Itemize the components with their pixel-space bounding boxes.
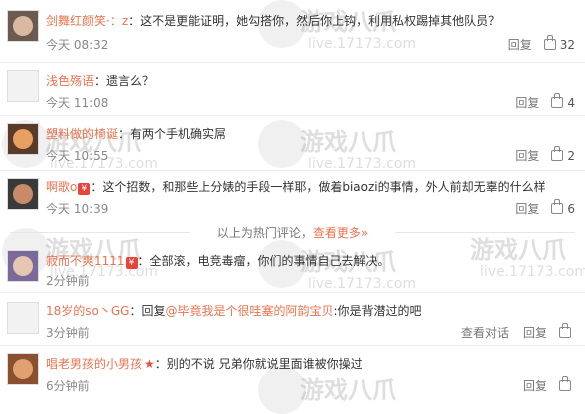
avatar[interactable] [7, 250, 39, 282]
username-link[interactable]: 寂而不爽1111 [46, 254, 125, 268]
reply-button[interactable]: 回复 [515, 202, 539, 216]
see-more-link[interactable]: 查看更多» [313, 226, 368, 240]
comment-time: 2分钟前 [46, 274, 90, 288]
comment-item: 浅色殇语：遗言么？ 今天 11:08 回复 4 [0, 62, 585, 112]
comment-time: 今天 11:08 [46, 96, 109, 110]
username-link[interactable]: 啊歌o [46, 180, 77, 194]
comment-text: ：这个招数，和那些上分婊的手段一样耶，做着biaozi的事情，外人前却无辜的什么… [90, 180, 546, 194]
hot-comments-divider: 以上为热门评论，查看更多» [0, 224, 585, 241]
like-count: 6 [567, 202, 575, 216]
comment-text: ：有两个手机确实屌 [118, 127, 227, 141]
comment-text: ：别的不说 兄弟你就说里面谁被你操过 [154, 357, 363, 371]
comment-time: 今天 10:55 [46, 149, 109, 163]
avatar[interactable] [7, 10, 39, 42]
like-count: 32 [559, 38, 575, 52]
comment-text: ：全部滚，电竞毒瘤，你们的事情自己去解决。 [137, 254, 390, 268]
comment-text: ：遗言么？ [94, 74, 155, 88]
vip-badge-icon: ¥ [125, 257, 138, 269]
username-link[interactable]: 浅色殇语 [46, 74, 94, 88]
comment-time: 6分钟前 [46, 379, 90, 393]
avatar[interactable] [7, 302, 39, 334]
comment-item: 寂而不爽1111 ¥ ：全部滚，电竞毒瘤，你们的事情自己去解决。 2分钟前 [0, 242, 585, 292]
comment-time: 今天 10:39 [46, 202, 109, 216]
comment-item: 塑料做的椅诞：有两个手机确实屌 今天 10:55 回复 2 [0, 115, 585, 170]
reply-button[interactable]: 回复 [515, 96, 539, 110]
like-icon[interactable] [543, 35, 556, 50]
comment-time: 3分钟前 [46, 326, 90, 340]
like-count: 4 [567, 96, 575, 110]
like-icon[interactable] [559, 323, 571, 338]
comment-time: 今天 08:32 [46, 38, 109, 52]
vip-badge-icon: ¥ [78, 183, 91, 195]
star-badge-icon: ★ [144, 357, 155, 371]
like-icon[interactable] [551, 146, 564, 161]
reply-button[interactable]: 回复 [523, 379, 547, 393]
comment-item: 18岁的so丶GG：回复@毕竟我是个很哇塞的阿韵宝贝:你是背潜过的吧 3分钟前 … [0, 292, 585, 344]
comment-text: ：这不是更能证明，她勾搭你，然后你上钩，利用私权踢掉其他队员？ [128, 14, 501, 28]
reply-button[interactable]: 回复 [523, 326, 547, 340]
view-dialog-button[interactable]: 查看对话 [461, 326, 509, 340]
username-link[interactable]: 剑舞红颜笑·：z [46, 14, 128, 28]
avatar[interactable] [7, 178, 39, 210]
username-link[interactable]: 唱老男孩的小男孩 [46, 357, 142, 371]
comment-item: 剑舞红颜笑·：z：这不是更能证明，她勾搭你，然后你上钩，利用私权踢掉其他队员？ … [0, 0, 585, 60]
like-count: 2 [567, 149, 575, 163]
reply-button[interactable]: 回复 [508, 38, 532, 52]
username-link[interactable]: 塑料做的椅诞 [46, 127, 118, 141]
like-icon[interactable] [559, 376, 571, 391]
comment-text: :你是背潜过的吧 [333, 304, 422, 318]
like-icon[interactable] [551, 93, 564, 108]
comment-item: 唱老男孩的小男孩 ★：别的不说 兄弟你就说里面谁被你操过 6分钟前 回复 [0, 345, 585, 400]
hot-comments-label: 以上为热门评论， [216, 226, 313, 240]
comment-text: ：回复 [129, 304, 166, 318]
avatar[interactable] [7, 123, 39, 155]
comment-item: 啊歌o ¥ ：这个招数，和那些上分婊的手段一样耶，做着biaozi的事情，外人前却无… [0, 170, 585, 220]
avatar[interactable] [7, 70, 39, 102]
reply-button[interactable]: 回复 [515, 149, 539, 163]
like-icon[interactable] [551, 199, 564, 214]
mention-link[interactable]: @毕竟我是个很哇塞的阿韵宝贝 [165, 304, 333, 318]
username-link[interactable]: 18岁的so丶GG [46, 304, 129, 318]
avatar[interactable] [7, 353, 39, 385]
